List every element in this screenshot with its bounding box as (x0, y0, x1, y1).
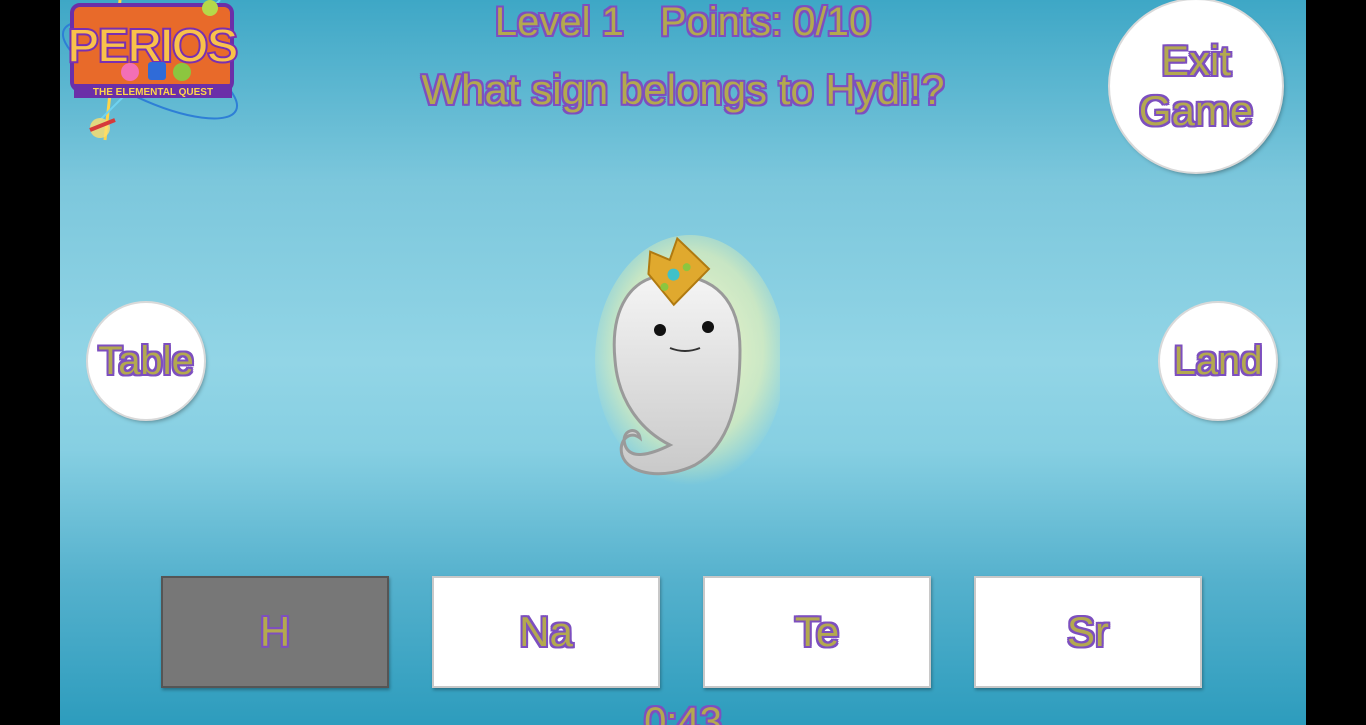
table-button[interactable]: Table (88, 303, 204, 419)
level-points-line: Level 1 Points: 0/10 (60, 0, 1306, 45)
countdown-timer: 0:43 (644, 700, 722, 725)
land-label: Land (1173, 338, 1263, 383)
land-button[interactable]: Land (1160, 303, 1276, 419)
ghost-with-crown-icon (595, 235, 780, 485)
game-screen: PERIOS THE ELEMENTAL QUEST Level 1 Points… (60, 0, 1306, 725)
answer-label: Te (794, 608, 840, 655)
answer-label: H (259, 608, 291, 655)
exit-label-line2: Game (1138, 87, 1254, 134)
points-label: Points: 0/10 (659, 0, 872, 44)
exit-label-line1: Exit (1160, 37, 1231, 84)
answer-option-te[interactable]: Te (703, 576, 931, 688)
level-label: Level 1 (494, 0, 624, 44)
exit-game-button[interactable]: Exit Game (1110, 0, 1282, 172)
answer-label: Sr (1067, 608, 1109, 655)
answer-option-na[interactable]: Na (432, 576, 660, 688)
answer-option-sr[interactable]: Sr (974, 576, 1202, 688)
answer-option-h[interactable]: H (161, 576, 389, 688)
answer-label: Na (519, 608, 573, 655)
table-label: Table (98, 338, 194, 383)
